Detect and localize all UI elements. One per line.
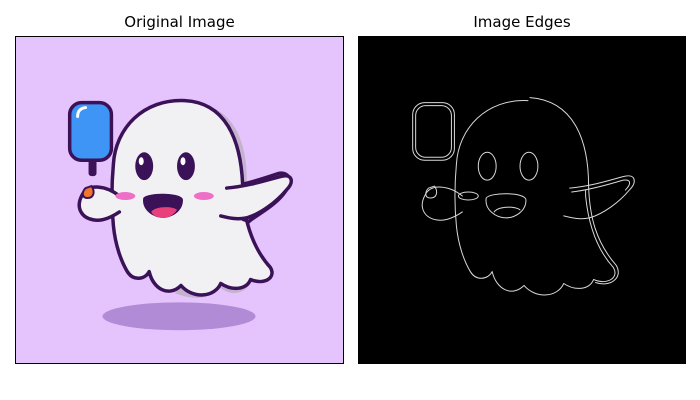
image-edges-title: Image Edges — [473, 13, 571, 31]
edges-illustration — [359, 37, 685, 363]
left-cheek — [115, 192, 136, 200]
left-eye — [135, 152, 154, 181]
left-eye-highlight — [138, 157, 144, 166]
edges-background — [359, 37, 685, 363]
popsicle-drip — [81, 184, 95, 200]
popsicle-icon — [67, 100, 114, 162]
right-eye-highlight — [180, 157, 186, 166]
image-edges-panel — [358, 36, 686, 364]
ghost-illustration — [16, 37, 343, 363]
right-eye — [177, 152, 195, 181]
ground-shadow — [102, 302, 256, 331]
right-cheek — [193, 192, 214, 200]
original-image-title: Original Image — [124, 13, 235, 31]
original-image-panel — [15, 36, 344, 364]
